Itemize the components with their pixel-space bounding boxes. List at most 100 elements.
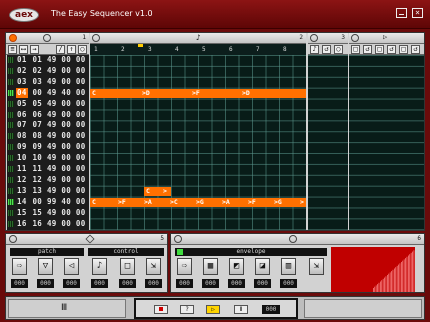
note-icon[interactable]: ♪	[310, 45, 319, 54]
envelope-bar	[395, 267, 397, 292]
control-value[interactable]: 000	[119, 279, 136, 288]
envelope-led	[177, 249, 183, 255]
track-row[interactable]: 14 00 99 40 00	[7, 197, 89, 207]
track-v3: 40	[61, 196, 72, 206]
envelope-value[interactable]: 000	[280, 279, 297, 288]
track-row[interactable]: 07 07 49 00 00	[7, 120, 89, 130]
envelope-curve-icon[interactable]: ◪	[255, 258, 270, 275]
right-column-a[interactable]	[308, 55, 348, 230]
track-list: 01 01 49 00 00 02 02 49 00 00 03 03 49 00 …	[7, 55, 89, 230]
mute-icon[interactable]: ≡	[8, 45, 17, 54]
patch-value[interactable]: 000	[11, 279, 28, 288]
envelope-bar	[401, 262, 402, 292]
pattern-grid[interactable]: C >D >F >D C > C >F >A >C >G >A >F >G >	[90, 55, 306, 230]
square-icon[interactable]: □	[375, 45, 384, 54]
control-value[interactable]: 000	[145, 279, 162, 288]
gear-icon[interactable]	[289, 235, 297, 243]
footer-bar: Ⅲ ? ▷ Ⅱ 000	[5, 296, 425, 320]
patch-down-icon[interactable]: ▽	[38, 258, 53, 275]
track-row[interactable]: 01 01 49 00 00	[7, 55, 89, 65]
envelope-graph[interactable]	[331, 247, 415, 292]
ruler-tick: 3	[148, 46, 152, 53]
track-row[interactable]: 13 13 49 00 00	[7, 186, 89, 196]
clock-icon[interactable]	[351, 34, 359, 42]
divider-icon[interactable]: /	[56, 45, 65, 54]
clock-small-icon[interactable]: ○	[334, 45, 343, 54]
track-row[interactable]: 10 10 49 00 00	[7, 153, 89, 163]
envelope-value[interactable]: 000	[228, 279, 245, 288]
loop-icon[interactable]: ↺	[322, 45, 331, 54]
solo-icon[interactable]: ⟷	[19, 45, 28, 54]
note-bar[interactable]: C >	[144, 186, 171, 196]
track-row[interactable]: 09 09 49 00 00	[7, 142, 89, 152]
track-v4: 00	[75, 87, 86, 97]
diamond-icon[interactable]	[85, 234, 95, 244]
track-row[interactable]: 12 12 49 00 00	[7, 175, 89, 185]
envelope-bars-icon[interactable]: ▥	[281, 258, 296, 275]
envelope-value[interactable]: 000	[202, 279, 219, 288]
stop-button[interactable]	[154, 305, 168, 314]
track-row[interactable]: 03 03 49 00 00	[7, 77, 89, 87]
loop-icon[interactable]: ↺	[411, 45, 420, 54]
right-column-b[interactable]	[349, 55, 424, 230]
note-bar[interactable]: C >F >A >C >G >A >F >G >	[90, 197, 306, 207]
ruler[interactable]: 1 2 3 4 5 6 7 8	[90, 44, 306, 55]
envelope-ramp-icon[interactable]: ◩	[229, 258, 244, 275]
minimize-button[interactable]	[396, 8, 407, 18]
play-icon[interactable]: ▷	[383, 33, 387, 41]
track-row[interactable]: 06 06 49 00 00	[7, 110, 89, 120]
ruler-tick: 4	[175, 46, 179, 53]
track-row[interactable]: 04 00 49 40 00	[7, 87, 89, 98]
track-row[interactable]: 15 15 49 00 00	[7, 208, 89, 218]
control-value[interactable]: 000	[91, 279, 108, 288]
envelope-grid-icon[interactable]: ▦	[203, 258, 218, 275]
panel-number: 3	[341, 34, 345, 41]
track-row[interactable]: 16 16 49 00 00	[7, 219, 89, 229]
play-button[interactable]: ▷	[206, 305, 220, 314]
pause-button[interactable]: Ⅱ	[234, 305, 248, 314]
clock-icon[interactable]	[92, 34, 100, 42]
track-row[interactable]: 02 02 49 00 00	[7, 66, 89, 76]
envelope-bar	[382, 278, 384, 292]
right-pane: 3 ▷ ♪ ↺ ○ □ ↺ □ ↺ □ ↺	[308, 33, 424, 230]
envelope-value[interactable]: 000	[176, 279, 193, 288]
record-icon[interactable]	[9, 34, 17, 42]
ruler-tick: 8	[283, 46, 287, 53]
gear-icon[interactable]	[43, 34, 51, 42]
patch-value[interactable]: 000	[37, 279, 54, 288]
envelope-bar	[402, 260, 404, 292]
track-row[interactable]: 11 11 49 00 00	[7, 164, 89, 174]
tempo-counter[interactable]: 000	[262, 305, 280, 314]
clock-icon[interactable]	[310, 34, 318, 42]
arrow-right-icon[interactable]: →	[30, 45, 39, 54]
track-v4: 00	[75, 55, 86, 64]
note-bar[interactable]: C >D >F >D	[90, 88, 306, 98]
square-icon[interactable]: □	[351, 45, 360, 54]
clock-small-icon[interactable]: ○	[78, 45, 87, 54]
close-button[interactable]: ×	[412, 8, 423, 18]
envelope-export-icon[interactable]: ⇨	[177, 258, 192, 275]
loop-icon[interactable]: ↺	[387, 45, 396, 54]
square-icon[interactable]: □	[120, 258, 135, 275]
envelope-apply-icon[interactable]: ⇲	[309, 258, 324, 275]
loop-icon[interactable]: ↺	[363, 45, 372, 54]
track-row[interactable]: 08 08 49 00 00	[7, 131, 89, 141]
clock-icon[interactable]	[9, 235, 17, 243]
up-arrow-icon[interactable]: ↑	[67, 45, 76, 54]
track-v4: 00	[75, 174, 86, 184]
speaker-icon[interactable]: ◁	[64, 258, 79, 275]
help-button[interactable]: ?	[180, 305, 194, 314]
right-header-b: ▷	[349, 33, 424, 44]
envelope-value[interactable]: 000	[254, 279, 271, 288]
ruler-tick: 2	[121, 46, 125, 53]
export-icon[interactable]: ⇲	[146, 258, 161, 275]
patch-prev-icon[interactable]: ⇨	[12, 258, 27, 275]
track-v2: 49	[46, 164, 57, 173]
clock-icon[interactable]	[174, 235, 182, 243]
track-v3: 00	[61, 207, 72, 217]
playhead-marker[interactable]	[138, 44, 143, 47]
note-icon[interactable]: ♪	[92, 258, 107, 275]
track-row[interactable]: 05 05 49 00 00	[7, 99, 89, 109]
square-icon[interactable]: □	[399, 45, 408, 54]
patch-value[interactable]: 000	[63, 279, 80, 288]
